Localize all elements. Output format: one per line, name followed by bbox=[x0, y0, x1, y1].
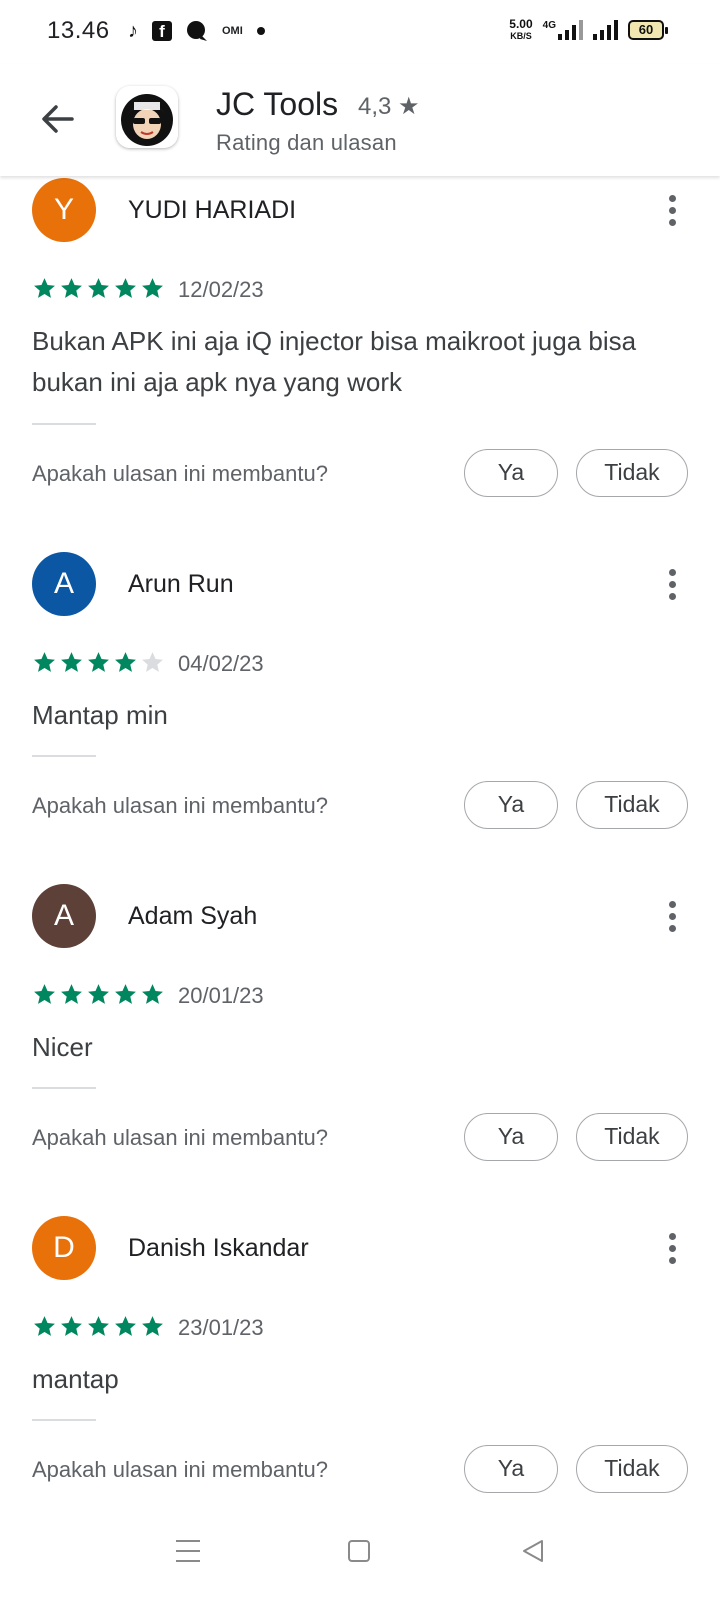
network-speed-unit: KB/S bbox=[510, 31, 532, 41]
network-type: 4G bbox=[542, 20, 556, 31]
dot-icon bbox=[256, 27, 265, 35]
reviews-list[interactable]: Y YUDI HARIADI 12/02/23 Bukan APK ini aj… bbox=[0, 176, 720, 1510]
avatar: A bbox=[32, 552, 96, 616]
mobile-signal-1: 4G bbox=[543, 20, 583, 40]
reviewer-name: YUDI HARIADI bbox=[128, 196, 297, 224]
star-filled-icon bbox=[61, 652, 82, 672]
helpful-no-button[interactable]: Tidak bbox=[576, 1113, 688, 1161]
helpful-yes-button[interactable]: Ya bbox=[464, 449, 558, 497]
review-date: 12/02/23 bbox=[178, 277, 264, 302]
helpful-no-button[interactable]: Tidak bbox=[576, 781, 688, 829]
star-filled-icon bbox=[88, 984, 109, 1004]
divider bbox=[32, 423, 96, 425]
more-options-icon[interactable] bbox=[664, 192, 680, 232]
star-filled-icon bbox=[88, 278, 109, 298]
star-rating bbox=[32, 982, 165, 1007]
star-rating bbox=[32, 650, 165, 675]
reviewer-name: Adam Syah bbox=[128, 902, 258, 930]
review-date: 04/02/23 bbox=[178, 651, 264, 676]
battery-icon: 60 bbox=[628, 20, 668, 40]
star-filled-icon bbox=[61, 278, 82, 298]
avatar: Y bbox=[32, 178, 96, 242]
star-filled-icon bbox=[115, 652, 136, 672]
star-filled-icon bbox=[34, 652, 55, 672]
avatar: A bbox=[32, 884, 96, 948]
star-filled-icon bbox=[142, 278, 163, 298]
star-filled-icon bbox=[61, 1316, 82, 1336]
helpful-prompt: Apakah ulasan ini membantu? bbox=[32, 793, 328, 818]
review-text: Nicer bbox=[32, 1032, 93, 1062]
helpful-yes-button[interactable]: Ya bbox=[464, 781, 558, 829]
divider bbox=[32, 755, 96, 757]
review-text: mantap bbox=[32, 1364, 119, 1394]
star-filled-icon bbox=[34, 278, 55, 298]
helpful-no-button[interactable]: Tidak bbox=[576, 449, 688, 497]
reviewer-name: Danish Iskandar bbox=[128, 1234, 309, 1262]
system-nav-bar bbox=[0, 1510, 720, 1600]
star-filled-icon bbox=[88, 652, 109, 672]
helpful-no-button[interactable]: Tidak bbox=[576, 1445, 688, 1493]
notification-icons: ♪ f OMI bbox=[128, 18, 265, 44]
page-subtitle: Rating dan ulasan bbox=[216, 130, 397, 155]
helpful-prompt: Apakah ulasan ini membantu? bbox=[32, 1125, 328, 1150]
signal-bars-icon bbox=[558, 20, 583, 40]
star-filled-icon bbox=[115, 278, 136, 298]
star-filled-icon bbox=[142, 1316, 163, 1336]
more-options-icon[interactable] bbox=[664, 1230, 680, 1270]
app-rating: 4,3 ★ bbox=[358, 93, 420, 120]
reviewer-name: Arun Run bbox=[128, 570, 234, 598]
chat-bubble-icon bbox=[187, 21, 207, 41]
star-filled-icon bbox=[34, 1316, 55, 1336]
star-empty-icon bbox=[142, 652, 163, 672]
review-date: 23/01/23 bbox=[178, 1315, 264, 1340]
review-text: Mantap min bbox=[32, 700, 168, 730]
signal-bars-icon-2 bbox=[593, 20, 618, 40]
star-filled-icon bbox=[115, 1316, 136, 1336]
status-time: 13.46 bbox=[47, 17, 110, 44]
helpful-yes-button[interactable]: Ya bbox=[464, 1113, 558, 1161]
music-note-icon: ♪ bbox=[128, 20, 138, 42]
app-icon bbox=[116, 86, 178, 148]
review-date: 20/01/23 bbox=[178, 983, 264, 1008]
star-filled-icon bbox=[88, 1316, 109, 1336]
star-filled-icon bbox=[142, 984, 163, 1004]
helpful-prompt: Apakah ulasan ini membantu? bbox=[32, 1457, 328, 1482]
star-filled-icon bbox=[115, 984, 136, 1004]
divider bbox=[32, 1087, 96, 1089]
back-arrow-icon[interactable] bbox=[36, 97, 80, 141]
review-text: Bukan APK ini aja iQ injector bisa maikr… bbox=[32, 326, 637, 397]
star-filled-icon bbox=[34, 984, 55, 1004]
app-title: JC Tools bbox=[216, 86, 339, 122]
star-filled-icon bbox=[61, 984, 82, 1004]
status-bar: 13.46 ♪ f OMI 5.00 KB/S 4G 60 bbox=[0, 0, 720, 64]
network-speed: 5.00 KB/S bbox=[509, 18, 532, 42]
app-logo-icon bbox=[116, 86, 178, 148]
back-triangle-icon[interactable] bbox=[520, 1538, 546, 1564]
star-rating bbox=[32, 276, 165, 301]
omi-icon: OMI bbox=[222, 25, 243, 37]
home-square-icon[interactable] bbox=[348, 1540, 370, 1562]
avatar: D bbox=[32, 1216, 96, 1280]
more-options-icon[interactable] bbox=[664, 566, 680, 606]
helpful-prompt: Apakah ulasan ini membantu? bbox=[32, 461, 328, 486]
star-rating bbox=[32, 1314, 165, 1339]
menu-icon[interactable] bbox=[176, 1540, 200, 1570]
app-bar: JC Tools 4,3 ★ Rating dan ulasan bbox=[0, 64, 720, 176]
facebook-icon: f bbox=[152, 21, 172, 41]
system-indicators: 5.00 KB/S 4G 60 bbox=[509, 18, 668, 42]
more-options-icon[interactable] bbox=[664, 898, 680, 938]
helpful-yes-button[interactable]: Ya bbox=[464, 1445, 558, 1493]
network-speed-value: 5.00 bbox=[509, 17, 533, 31]
divider bbox=[32, 1419, 96, 1421]
